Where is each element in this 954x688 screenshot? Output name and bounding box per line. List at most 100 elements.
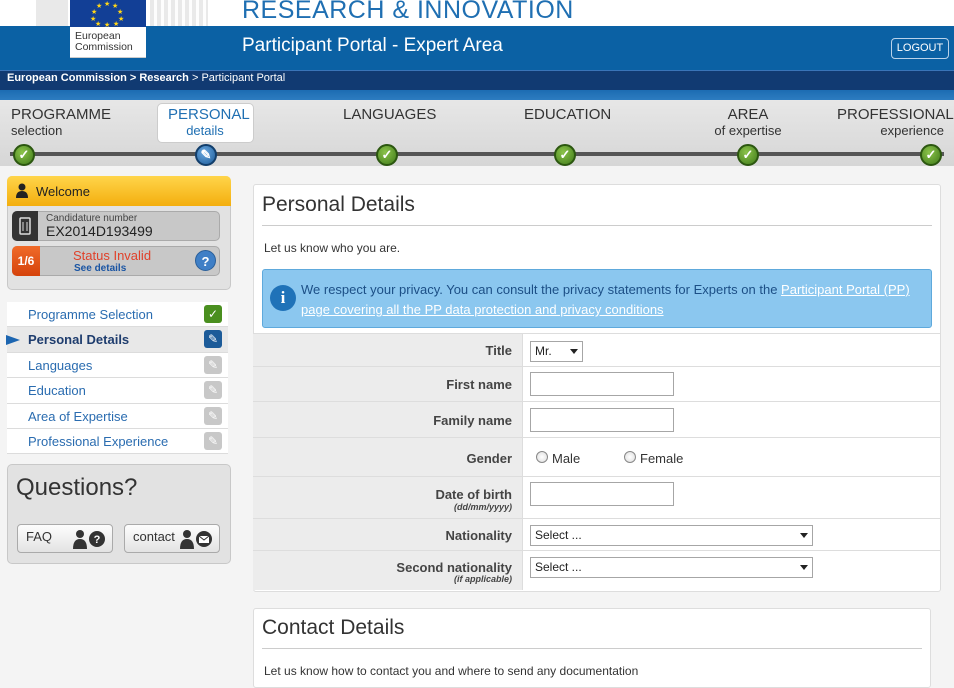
form-row-gender: Gender Male Female	[253, 437, 940, 476]
logo-line: Commission	[75, 41, 133, 53]
second-nationality-hint: (if applicable)	[453, 574, 512, 584]
breadcrumb: European Commission > Research > Partici…	[7, 72, 285, 84]
eu-flag-icon: ★ ★ ★ ★ ★ ★ ★ ★ ★ ★	[70, 0, 146, 27]
sidebar-item-label: Area of Expertise	[28, 408, 128, 424]
title-select[interactable]: Mr.	[530, 341, 583, 362]
sidebar-item-education[interactable]: Education ✎	[7, 378, 228, 404]
chevron-down-icon	[800, 533, 808, 538]
sidebar-item-professional-experience[interactable]: Professional Experience ✎	[7, 428, 228, 455]
step-personal[interactable]: PERSONAL details	[168, 107, 250, 139]
portal-title: Participant Portal - Expert Area	[242, 35, 503, 56]
title-select-value: Mr.	[535, 344, 552, 358]
step-sublabel: details	[186, 123, 224, 138]
step-sublabel: of expertise	[714, 123, 782, 138]
pencil-icon: ✎	[204, 355, 222, 374]
check-icon: ✓	[204, 305, 222, 323]
chevron-down-icon	[570, 349, 578, 354]
check-icon[interactable]: ✓	[376, 144, 398, 166]
date-of-birth-field[interactable]	[530, 482, 674, 506]
first-name-label: First name	[446, 377, 512, 392]
nationality-select[interactable]: Select ...	[530, 525, 813, 546]
info-icon: i	[270, 285, 296, 311]
step-sublabel: selection	[11, 123, 63, 138]
sidebar-item-languages[interactable]: Languages ✎	[7, 352, 228, 379]
nationality-select-value: Select ...	[535, 528, 582, 542]
dob-label: Date of birth	[435, 487, 512, 502]
intro-text: Let us know how to contact you and where…	[264, 664, 639, 678]
step-label: PROFESSIONAL	[837, 106, 954, 123]
logout-button[interactable]: LOGOUT	[891, 38, 949, 59]
step-education[interactable]: EDUCATION	[524, 107, 611, 123]
step-area[interactable]: AREA of expertise	[705, 107, 791, 139]
gender-male-label[interactable]: Male	[552, 451, 580, 466]
step-label: LANGUAGES	[343, 106, 437, 123]
privacy-statement: We respect your privacy. You can consult…	[301, 282, 782, 297]
step-label: PERSONAL	[168, 106, 250, 123]
sidebar-item-personal-details[interactable]: Personal Details ✎	[6, 327, 228, 353]
first-name-field[interactable]	[530, 372, 674, 396]
check-icon[interactable]: ✓	[920, 144, 942, 166]
divider	[262, 225, 932, 226]
breadcrumb-link-research[interactable]: Research	[139, 72, 189, 84]
sidebar-item-label: Professional Experience	[28, 433, 169, 449]
second-nationality-select[interactable]: Select ...	[530, 557, 813, 578]
field-label-cell: First name	[253, 367, 523, 401]
form-row-first-name: First name	[253, 366, 940, 401]
faq-label: FAQ	[26, 529, 53, 544]
breadcrumb-link-ec[interactable]: European Commission	[7, 72, 127, 84]
id-card-icon	[12, 211, 38, 241]
current-arrow-icon	[6, 335, 20, 346]
form-row-nationality: Nationality Select ...	[253, 518, 940, 550]
gender-male-radio[interactable]	[536, 451, 548, 463]
gender-female-radio[interactable]	[624, 451, 636, 463]
step-professional[interactable]: PROFESSIONAL experience	[837, 107, 954, 139]
help-icon[interactable]: ?	[195, 250, 216, 271]
chevron-down-icon	[800, 565, 808, 570]
pencil-icon: ✎	[204, 431, 222, 450]
check-icon[interactable]: ✓	[737, 144, 759, 166]
ec-logo[interactable]: ★ ★ ★ ★ ★ ★ ★ ★ ★ ★ European Commission	[70, 0, 146, 58]
divider	[0, 90, 954, 100]
welcome-label: Welcome	[36, 184, 90, 199]
gender-label: Gender	[466, 451, 512, 466]
field-label-cell: Nationality	[253, 519, 523, 550]
status-text: Status Invalid	[73, 248, 152, 263]
user-icon	[16, 183, 28, 198]
second-nationality-label: Second nationality	[396, 560, 512, 575]
contact-button[interactable]: contact	[124, 524, 220, 553]
faq-icon: ?	[73, 530, 105, 549]
candidature-number: EX2014D193499	[46, 223, 153, 239]
gender-female-label[interactable]: Female	[640, 451, 683, 466]
sidebar-item-programme-selection[interactable]: Programme Selection ✓	[7, 302, 228, 328]
see-details-link[interactable]: See details	[74, 263, 126, 274]
step-programme[interactable]: PROGRAMME selection	[11, 107, 111, 139]
form-row-date-of-birth: Date of birth (dd/mm/yyyy)	[253, 476, 940, 518]
pencil-icon: ✎	[204, 330, 222, 349]
family-name-label: Family name	[433, 413, 512, 428]
family-name-field[interactable]	[530, 408, 674, 432]
pencil-icon: ✎	[204, 406, 222, 425]
sidebar-item-label: Education	[28, 383, 86, 399]
step-languages[interactable]: LANGUAGES	[343, 107, 436, 123]
sidebar-item-label: Personal Details	[28, 332, 130, 348]
dob-hint: (dd/mm/yyyy)	[453, 502, 512, 512]
field-label-cell: Gender	[253, 438, 523, 476]
divider	[262, 648, 922, 649]
breadcrumb-separator: >	[126, 72, 140, 84]
field-label-cell: Family name	[253, 402, 523, 437]
progress-steps	[0, 100, 954, 166]
pencil-icon[interactable]: ✎	[195, 144, 217, 166]
pencil-icon: ✎	[204, 381, 222, 400]
check-icon[interactable]: ✓	[13, 144, 35, 166]
faq-button[interactable]: FAQ ?	[17, 524, 113, 553]
sidebar-item-area-of-expertise[interactable]: Area of Expertise ✎	[7, 403, 228, 429]
field-label-cell: Date of birth (dd/mm/yyyy)	[253, 477, 523, 518]
header-decoration	[36, 0, 68, 26]
sidebar-item-label: Languages	[28, 357, 93, 373]
title-label: Title	[485, 343, 513, 358]
nationality-label: Nationality	[445, 528, 512, 543]
page-title: Personal Details	[262, 193, 415, 216]
svg-text:?: ?	[94, 534, 101, 546]
form-row-second-nationality: Second nationality (if applicable) Selec…	[253, 550, 940, 590]
check-icon[interactable]: ✓	[554, 144, 576, 166]
